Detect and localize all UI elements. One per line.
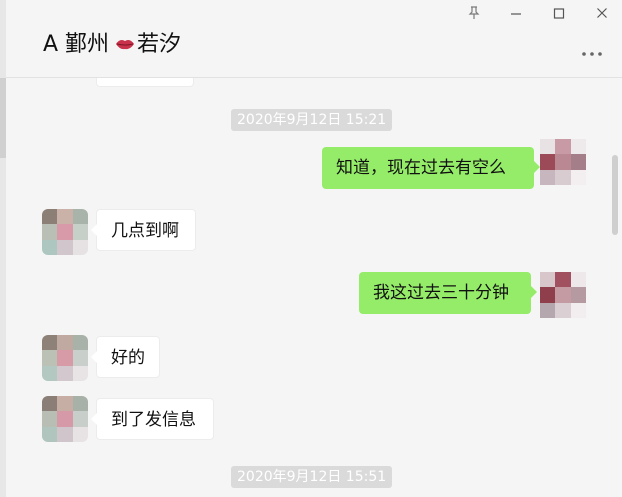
message-bubble-partial[interactable] — [96, 78, 194, 87]
message-bubble-incoming[interactable]: 好的 — [91, 336, 160, 378]
message-bubble-incoming[interactable]: 到了发信息 — [91, 398, 214, 440]
timestamp: 2020年9月12日 15:21 — [231, 109, 393, 131]
avatar-contact[interactable] — [42, 396, 88, 442]
avatar-contact[interactable] — [42, 335, 88, 381]
timestamp: 2020年9月12日 15:51 — [231, 466, 393, 488]
message-scrollbar-track — [609, 78, 619, 497]
chat-title-suffix: 若汐 — [137, 32, 182, 57]
message-bubble-outgoing[interactable]: 知道，现在过去有空么 — [322, 147, 540, 189]
message-scrollbar-thumb[interactable] — [612, 155, 618, 235]
chat-title-prefix: A 鄞州 — [43, 32, 110, 57]
chat-window: A 鄞州 若汐 2020年9月12日 15:21 知道，现在过去有空么 几点到啊… — [0, 0, 622, 497]
maximize-icon[interactable] — [548, 6, 570, 26]
minimize-icon[interactable] — [505, 6, 527, 26]
chat-title: A 鄞州 若汐 — [43, 30, 181, 60]
message-area: 2020年9月12日 15:21 知道，现在过去有空么 几点到啊 我这过去三十分… — [6, 78, 611, 497]
message-bubble-incoming[interactable]: 几点到啊 — [91, 209, 196, 251]
avatar-contact[interactable] — [42, 209, 88, 255]
more-dots-icon[interactable] — [580, 45, 604, 59]
lips-icon — [116, 39, 135, 49]
message-bubble-outgoing[interactable]: 我这过去三十分钟 — [359, 272, 537, 314]
chat-header: A 鄞州 若汐 — [6, 0, 622, 78]
close-icon[interactable] — [591, 6, 613, 26]
avatar-self[interactable] — [540, 272, 586, 318]
pin-icon[interactable] — [463, 6, 485, 26]
avatar-self[interactable] — [540, 139, 586, 185]
